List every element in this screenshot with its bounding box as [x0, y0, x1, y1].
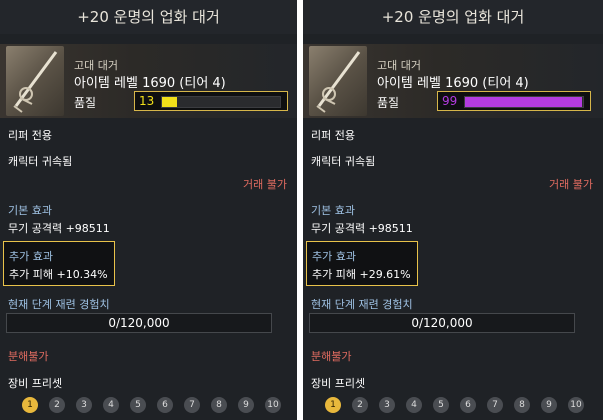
binding-status: 캐릭터 귀속됨 — [8, 155, 73, 168]
item-grade: 고대 대거 — [377, 59, 421, 72]
quality-label: 품질 — [377, 96, 400, 110]
quality-bar: 99 — [437, 91, 591, 111]
exp-bar: 0/120,000 — [309, 313, 575, 333]
quality-bar: 13 — [134, 91, 288, 111]
preset-label: 장비 프리셋 — [8, 377, 63, 390]
item-level: 아이템 레벨 1690 (티어 4) — [74, 76, 226, 91]
exp-bar: 0/120,000 — [6, 313, 272, 333]
preset-1[interactable]: 1 — [325, 397, 341, 413]
quality-value: 99 — [442, 94, 458, 108]
preset-8[interactable]: 8 — [211, 397, 227, 413]
preset-2[interactable]: 2 — [352, 397, 368, 413]
disassemble-status: 분해불가 — [8, 350, 49, 363]
preset-4[interactable]: 4 — [406, 397, 422, 413]
base-effect-value: 무기 공격력 +98511 — [8, 222, 110, 235]
preset-3[interactable]: 3 — [76, 397, 92, 413]
preset-7[interactable]: 7 — [184, 397, 200, 413]
extra-effect-box: 추가 효과 추가 피해 +10.34% — [3, 241, 115, 286]
item-level: 아이템 레벨 1690 (티어 4) — [377, 76, 529, 91]
extra-effect-value: 추가 피해 +29.61% — [312, 268, 411, 281]
item-header: 고대 대거 아이템 레벨 1690 (티어 4) 품질 99 — [303, 44, 603, 118]
class-restriction: 리퍼 전용 — [8, 129, 52, 142]
exp-label: 현재 단계 재련 경험치 — [8, 298, 110, 311]
preset-10[interactable]: 10 — [568, 397, 584, 413]
trade-status: 거래 불가 — [243, 178, 287, 191]
base-effect-value: 무기 공격력 +98511 — [311, 222, 413, 235]
preset-2[interactable]: 2 — [49, 397, 65, 413]
base-effect-label: 기본 효과 — [8, 204, 52, 217]
dagger-icon — [309, 46, 367, 116]
extra-effect-label: 추가 효과 — [9, 250, 53, 263]
item-grade: 고대 대거 — [74, 59, 118, 72]
extra-effect-value: 추가 피해 +10.34% — [9, 268, 108, 281]
quality-fill — [465, 97, 582, 107]
trade-status: 거래 불가 — [549, 178, 593, 191]
preset-6[interactable]: 6 — [460, 397, 476, 413]
item-title: +20 운명의 업화 대거 — [0, 0, 297, 34]
preset-5[interactable]: 5 — [433, 397, 449, 413]
extra-effect-box: 추가 효과 추가 피해 +29.61% — [306, 241, 418, 286]
item-tooltip-left: +20 운명의 업화 대거 고대 대거 아이템 레벨 1690 (티어 4) 품… — [0, 0, 297, 420]
quality-track — [161, 96, 281, 108]
item-tooltip-right: +20 운명의 업화 대거 고대 대거 아이템 레벨 1690 (티어 4) 품… — [303, 0, 603, 420]
quality-value: 13 — [139, 94, 155, 108]
item-header: 고대 대거 아이템 레벨 1690 (티어 4) 품질 13 — [0, 44, 297, 118]
item-title: +20 운명의 업화 대거 — [303, 0, 603, 34]
preset-10[interactable]: 10 — [265, 397, 281, 413]
quality-label: 품질 — [74, 96, 97, 110]
dagger-icon — [6, 46, 64, 116]
preset-9[interactable]: 9 — [238, 397, 254, 413]
preset-7[interactable]: 7 — [487, 397, 503, 413]
exp-label: 현재 단계 재련 경험치 — [311, 298, 413, 311]
quality-fill — [162, 97, 178, 107]
quality-track — [464, 96, 584, 108]
base-effect-label: 기본 효과 — [311, 204, 355, 217]
preset-3[interactable]: 3 — [379, 397, 395, 413]
extra-effect-label: 추가 효과 — [312, 250, 356, 263]
preset-label: 장비 프리셋 — [311, 377, 366, 390]
preset-1[interactable]: 1 — [22, 397, 38, 413]
disassemble-status: 분해불가 — [311, 350, 352, 363]
preset-9[interactable]: 9 — [541, 397, 557, 413]
preset-5[interactable]: 5 — [130, 397, 146, 413]
class-restriction: 리퍼 전용 — [311, 129, 355, 142]
binding-status: 캐릭터 귀속됨 — [311, 155, 376, 168]
preset-4[interactable]: 4 — [103, 397, 119, 413]
preset-6[interactable]: 6 — [157, 397, 173, 413]
preset-8[interactable]: 8 — [514, 397, 530, 413]
